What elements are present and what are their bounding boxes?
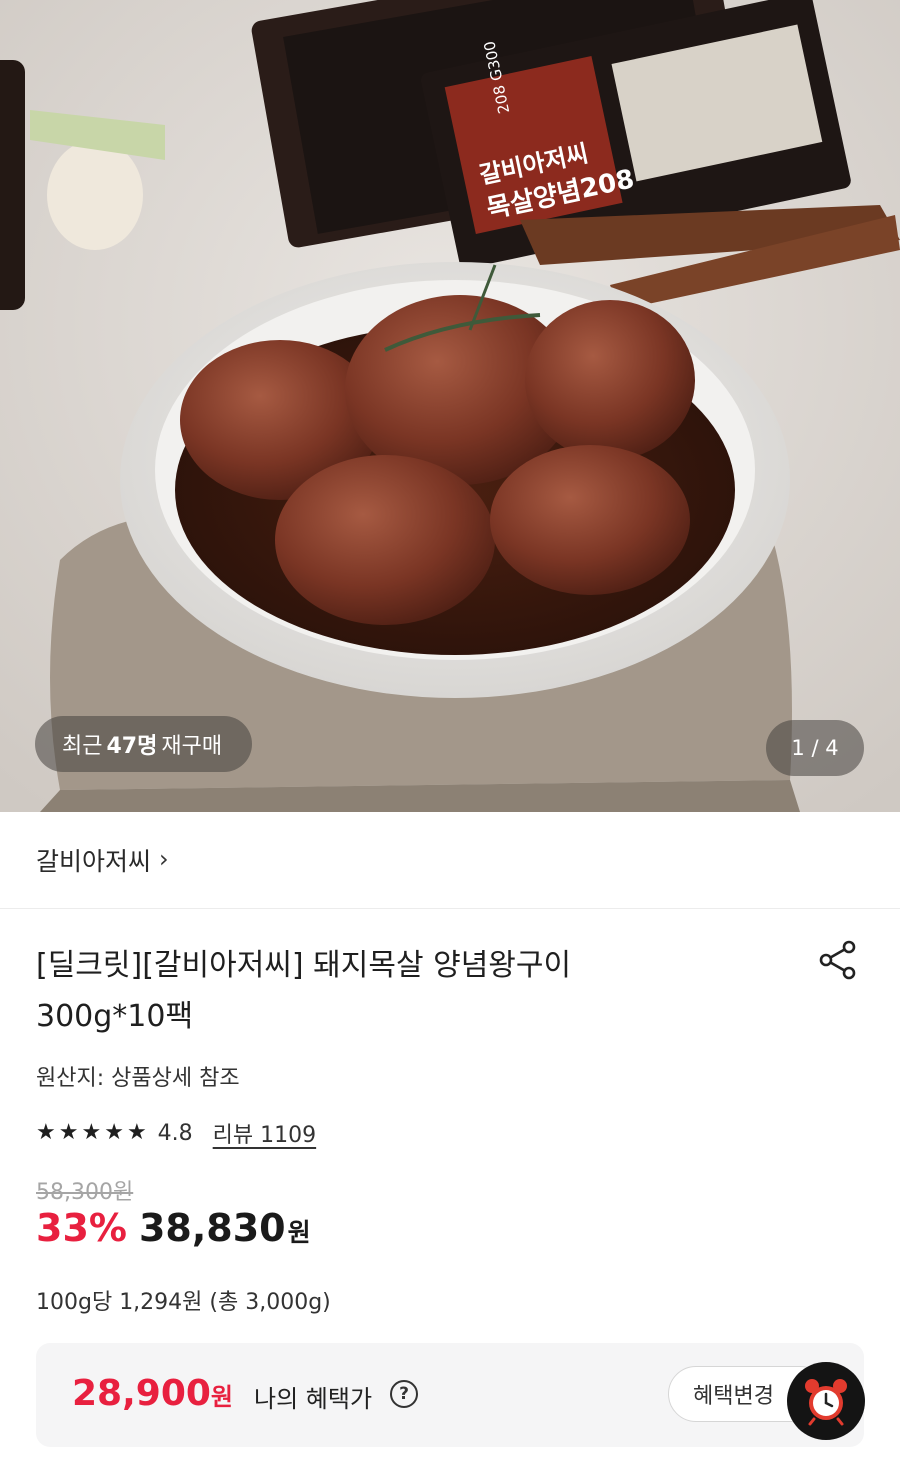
benefit-price-currency: 원 [210, 1383, 234, 1411]
star-icon: ★ [104, 1120, 124, 1145]
image-counter: 1 / 4 [766, 720, 864, 776]
alarm-clock-icon [805, 1379, 847, 1426]
star-rating: ★ ★ ★ ★ ★ [36, 1117, 150, 1149]
chevron-right-icon: › [159, 845, 169, 873]
star-icon: ★ [126, 1120, 147, 1145]
share-button[interactable] [814, 936, 862, 984]
rating-row: ★ ★ ★ ★ ★ 4.8 리뷰 1109 [36, 1117, 316, 1149]
star-icon: ★ [58, 1120, 79, 1145]
star-icon: ★ [81, 1120, 102, 1145]
benefit-price: 28,900원 [72, 1373, 233, 1414]
benefit-label: 나의 혜택가 [254, 1385, 373, 1413]
sale-price-currency: 원 [287, 1218, 311, 1247]
unit-price: 100g당 1,294원 (총 3,000g) [36, 1290, 331, 1315]
product-image-carousel[interactable]: 갈비아저씨 목살양념208 208 G300 최근 47명 재구매 1 / 4 [0, 0, 900, 812]
alarm-button[interactable] [787, 1362, 865, 1440]
store-name: 갈비아저씨 [36, 847, 152, 876]
benefit-price-box: 28,900원 나의 혜택가 ? 혜택변경 [36, 1343, 864, 1447]
product-photo: 갈비아저씨 목살양념208 208 G300 [0, 0, 900, 812]
repurchase-suffix: 재구매 [161, 734, 223, 759]
repurchase-prefix: 최근 [62, 734, 103, 759]
store-link[interactable]: 갈비아저씨 › [0, 812, 900, 909]
price-row: 33% 38,830 원 [36, 1206, 311, 1250]
product-title-line1: [딜크릿][갈비아저씨] 돼지목살 양념왕구이 [36, 948, 572, 983]
benefit-price-value: 28,900 [72, 1373, 211, 1414]
rating-value: 4.8 [157, 1120, 193, 1146]
original-price: 58,300원 [36, 1180, 134, 1205]
product-title-line2: 300g*10팩 [36, 999, 194, 1034]
star-icon: ★ [36, 1120, 56, 1145]
share-icon [819, 940, 856, 980]
sale-price: 38,830 [138, 1206, 286, 1250]
repurchase-count: 47명 [106, 734, 158, 759]
help-icon[interactable]: ? [390, 1380, 418, 1408]
review-count-link[interactable]: 리뷰 1109 [213, 1117, 316, 1149]
origin-info: 원산지: 상품상세 참조 [36, 1066, 240, 1091]
product-title: [딜크릿][갈비아저씨] 돼지목살 양념왕구이 300g*10팩 [36, 940, 776, 1042]
discount-rate: 33% [36, 1206, 127, 1250]
repurchase-badge: 최근 47명 재구매 [35, 716, 253, 772]
